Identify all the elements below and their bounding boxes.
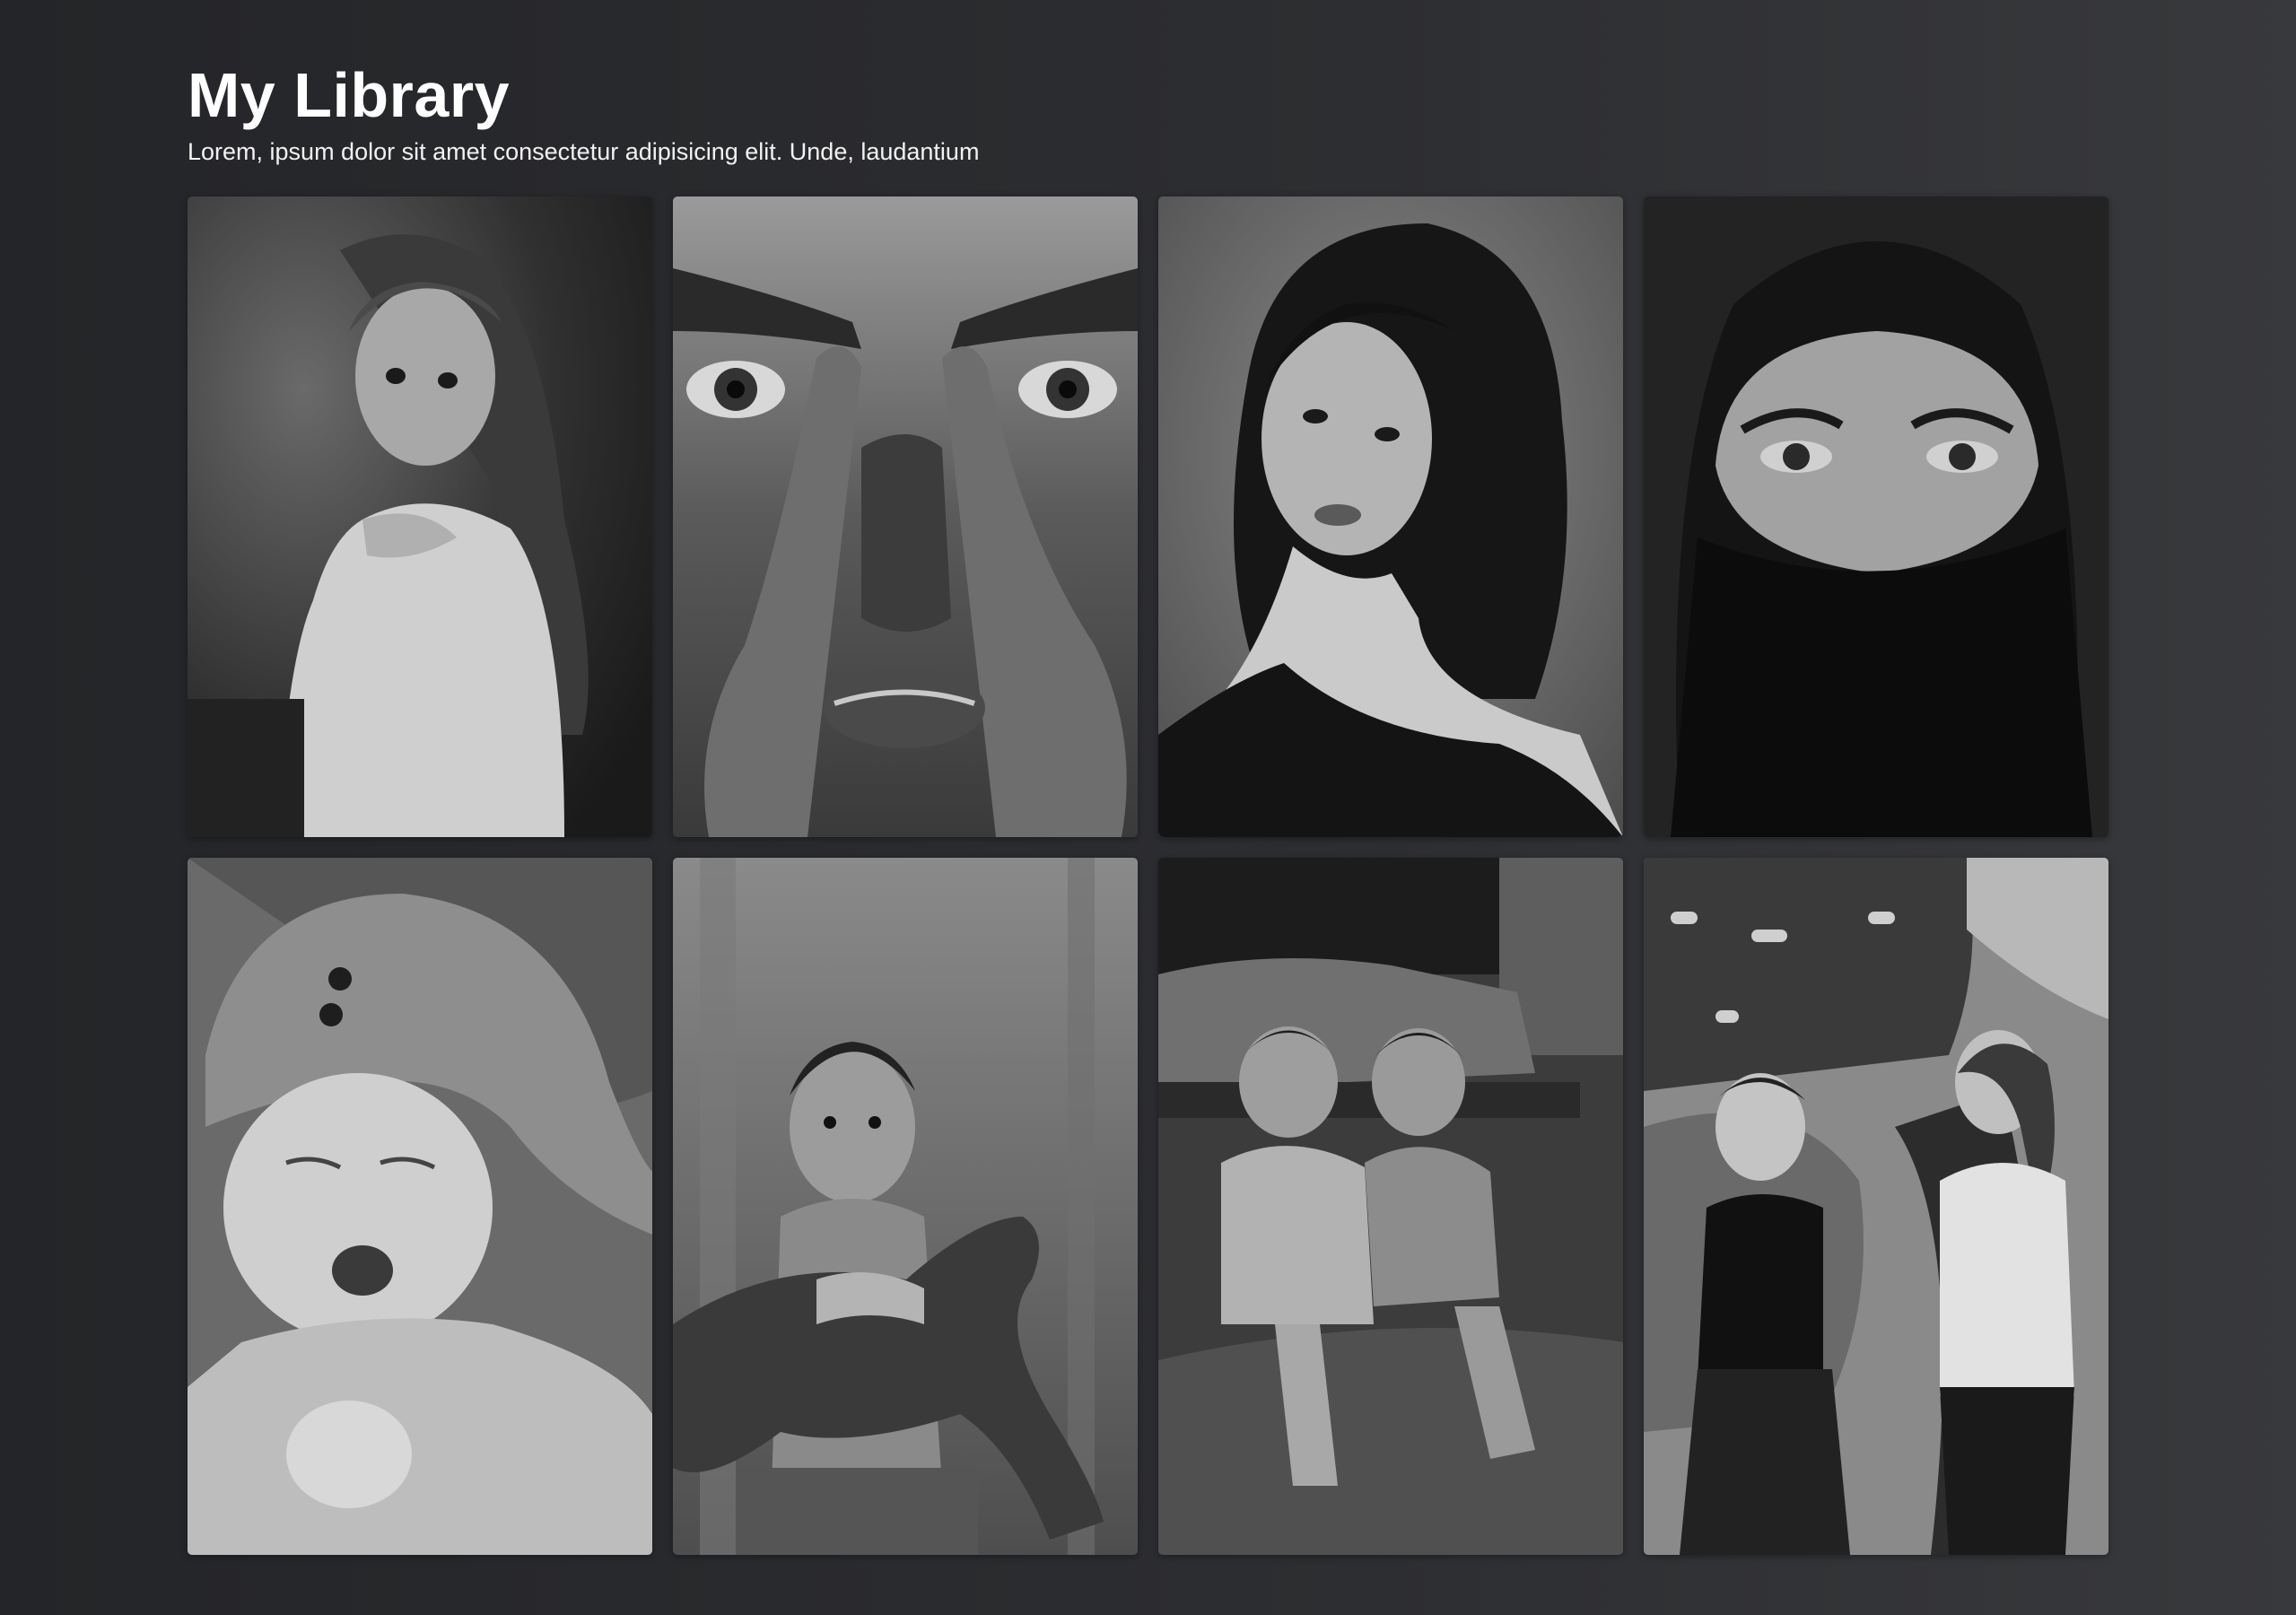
photo-two-women-mural <box>1644 858 2108 1555</box>
photo-card[interactable] <box>188 858 652 1555</box>
photo-painted-face <box>673 196 1138 837</box>
photo-niqab-portrait <box>1644 196 2108 837</box>
photo-card[interactable] <box>673 196 1138 837</box>
page-title: My Library <box>188 60 510 130</box>
photo-card[interactable] <box>1158 858 1623 1555</box>
page-header: My Library Lorem, ipsum dolor sit amet c… <box>188 56 979 169</box>
photo-card[interactable] <box>1644 196 2108 837</box>
photo-card[interactable] <box>188 196 652 837</box>
photo-card[interactable] <box>1644 858 2108 1555</box>
photo-woman-portrait <box>1158 196 1623 837</box>
photo-two-children <box>1158 858 1623 1555</box>
photo-boy-with-goat <box>673 858 1138 1555</box>
photo-yawning-baby <box>188 858 652 1555</box>
photo-card[interactable] <box>1158 196 1623 837</box>
photo-card[interactable] <box>673 858 1138 1555</box>
photo-girl-portrait <box>188 196 652 837</box>
page-subtitle: Lorem, ipsum dolor sit amet consectetur … <box>188 138 980 165</box>
photo-grid <box>188 196 2109 1555</box>
